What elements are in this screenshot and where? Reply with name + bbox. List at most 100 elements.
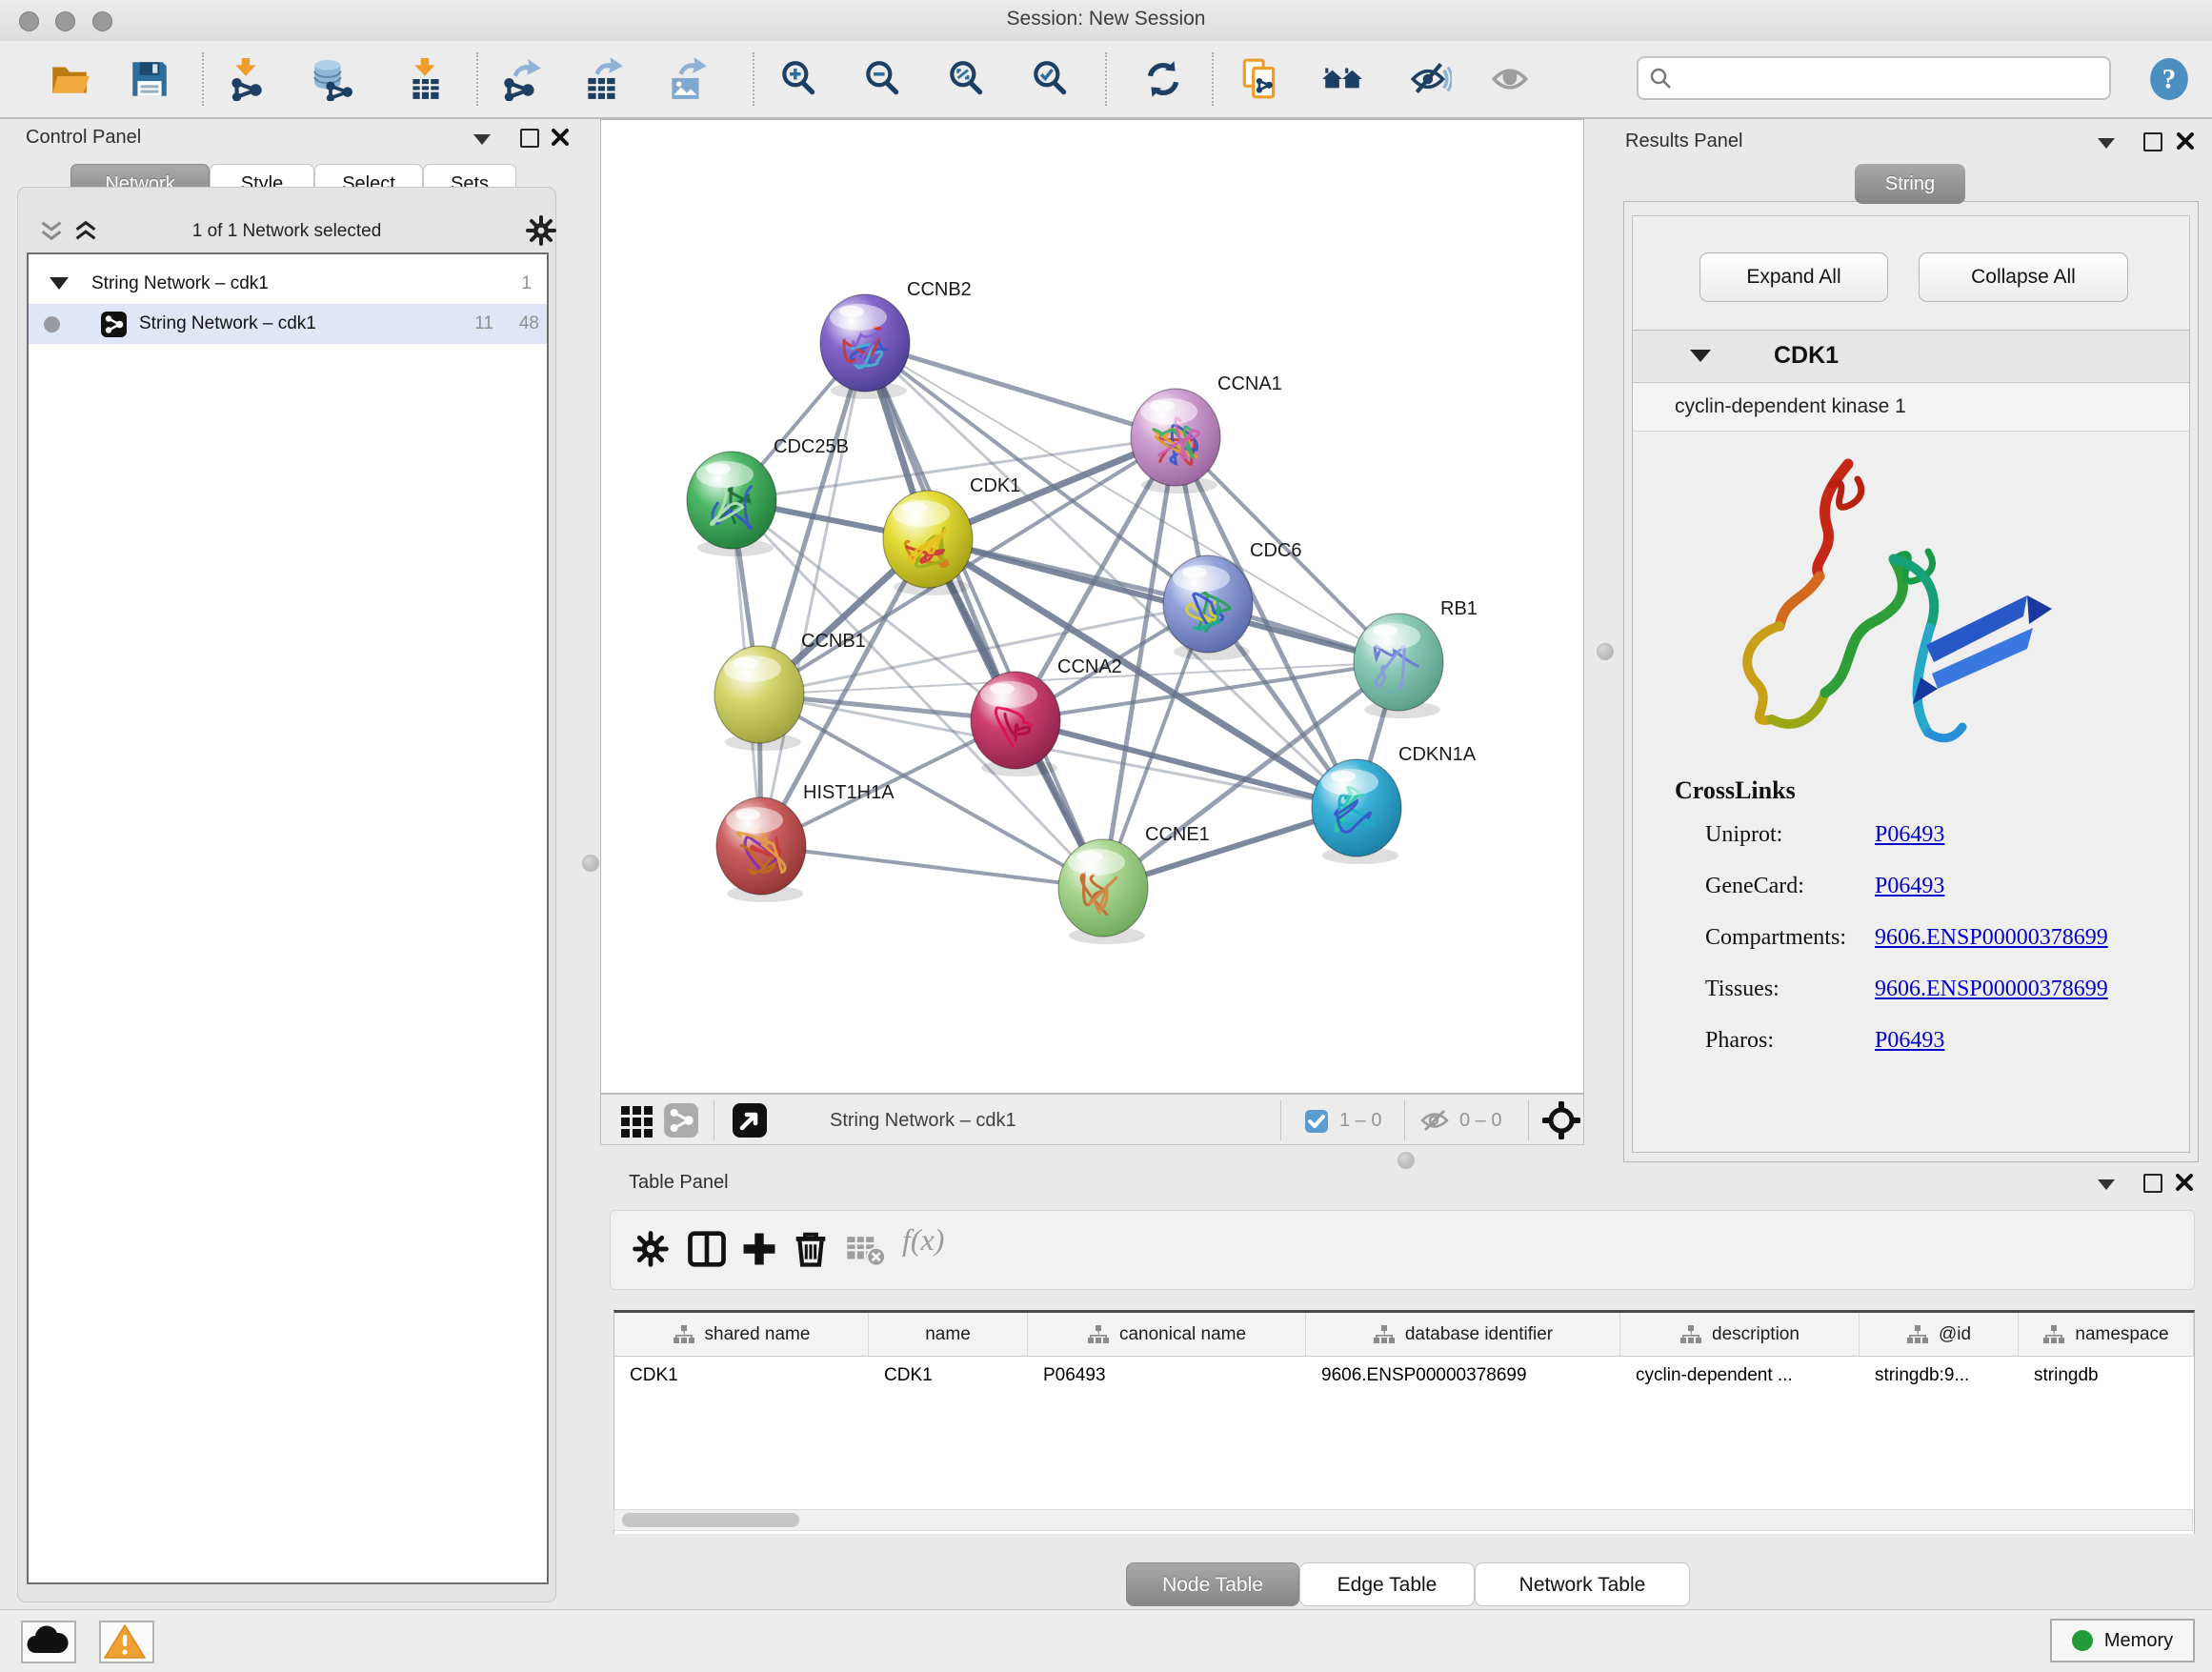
create-column-plus-icon[interactable] bbox=[740, 1230, 778, 1273]
first-neighbors-icon[interactable] bbox=[1320, 57, 1364, 101]
column-header-database-identifier[interactable]: database identifier bbox=[1306, 1313, 1620, 1356]
column-header--id[interactable]: @id bbox=[1860, 1313, 2019, 1356]
node-HIST1H1A[interactable]: HIST1H1A bbox=[716, 782, 895, 902]
column-tree-icon bbox=[1906, 1324, 1929, 1345]
network-list: String Network – cdk1 1 String Network –… bbox=[27, 252, 549, 1584]
zoom-out-icon[interactable] bbox=[861, 57, 905, 101]
network-collection-row[interactable]: String Network – cdk1 1 bbox=[29, 264, 547, 304]
left-splitter-handle[interactable] bbox=[582, 855, 599, 872]
table-cell[interactable]: stringdb bbox=[2019, 1356, 2194, 1396]
column-header-name[interactable]: name bbox=[869, 1313, 1028, 1356]
collection-expand-triangle[interactable] bbox=[50, 277, 69, 290]
refresh-icon[interactable] bbox=[1141, 57, 1185, 101]
tab-edge-table[interactable]: Edge Table bbox=[1299, 1562, 1475, 1606]
expand-all-button[interactable]: Expand All bbox=[1699, 252, 1888, 302]
results-panel-float-icon[interactable] bbox=[2098, 138, 2115, 149]
cloud-icon bbox=[23, 1622, 72, 1661]
export-image-icon[interactable] bbox=[665, 57, 709, 101]
crosslink-link[interactable]: 9606.ENSP00000378699 bbox=[1875, 925, 2108, 951]
hide-selected-icon[interactable] bbox=[1408, 57, 1452, 101]
network-canvas[interactable]: CCNB2CCNA1CDC25BCDK1CDC6RB1CCNB1CCNA2CDK… bbox=[600, 119, 1584, 1094]
birds-eye-crosshair-icon[interactable] bbox=[1542, 1101, 1580, 1144]
table-cell[interactable]: CDK1 bbox=[614, 1356, 869, 1396]
delete-column-trash-icon[interactable] bbox=[792, 1230, 830, 1273]
hidden-count: 0 – 0 bbox=[1459, 1095, 1501, 1146]
column-header-shared-name[interactable]: shared name bbox=[614, 1313, 869, 1356]
title-bar: Session: New Session bbox=[0, 0, 2212, 42]
show-all-icon[interactable] bbox=[1488, 57, 1532, 101]
network-options-gear-icon[interactable] bbox=[525, 214, 557, 252]
toolbar-separator bbox=[753, 52, 754, 106]
grid-view-icon[interactable] bbox=[620, 1103, 654, 1142]
memory-button[interactable]: Memory bbox=[2050, 1619, 2195, 1662]
table-panel-maximize-icon[interactable] bbox=[2143, 1174, 2162, 1193]
node-CCNA1[interactable]: CCNA1 bbox=[1131, 373, 1282, 494]
crosslink-link[interactable]: P06493 bbox=[1875, 874, 1944, 899]
control-panel-float-icon[interactable] bbox=[473, 134, 491, 145]
import-table-file-icon[interactable] bbox=[404, 57, 448, 101]
node-CCNB2[interactable]: CCNB2 bbox=[820, 279, 972, 399]
zoom-selected-icon[interactable] bbox=[1029, 57, 1073, 101]
network-manager-box: 1 of 1 Network selected String Network –… bbox=[17, 187, 556, 1602]
hidden-eye-icon[interactable] bbox=[1419, 1107, 1450, 1138]
crosslink-link[interactable]: P06493 bbox=[1875, 822, 1944, 848]
table-header-row: shared namenamecanonical namedatabase id… bbox=[614, 1313, 2194, 1357]
export-network-icon[interactable] bbox=[499, 57, 543, 101]
table-cell[interactable]: stringdb:9... bbox=[1860, 1356, 2019, 1396]
table-cell[interactable]: 9606.ENSP00000378699 bbox=[1306, 1356, 1620, 1396]
network-selection-status: 1 of 1 Network selected bbox=[18, 214, 555, 249]
search-input[interactable] bbox=[1637, 56, 2111, 100]
help-icon[interactable]: ? bbox=[2147, 57, 2191, 101]
selected-checkbox-icon[interactable] bbox=[1305, 1110, 1328, 1138]
network-row-selected[interactable]: String Network – cdk1 11 48 bbox=[29, 304, 547, 344]
tab-string[interactable]: String bbox=[1855, 164, 1965, 204]
toolbar-separator bbox=[1105, 52, 1107, 106]
import-network-database-icon[interactable] bbox=[309, 57, 352, 101]
node-CDK1[interactable]: CDK1 bbox=[883, 475, 1020, 595]
results-panel-maximize-icon[interactable] bbox=[2143, 132, 2162, 151]
network-node-count: 11 bbox=[455, 304, 493, 344]
tab-node-table[interactable]: Node Table bbox=[1126, 1562, 1299, 1606]
show-columns-icon[interactable] bbox=[687, 1230, 727, 1273]
crosslink-row: Uniprot:P06493 bbox=[1705, 822, 2182, 855]
table-panel-close-icon[interactable] bbox=[2174, 1172, 2195, 1198]
crosslink-link[interactable]: 9606.ENSP00000378699 bbox=[1875, 977, 2108, 1002]
table-panel-float-icon[interactable] bbox=[2098, 1179, 2115, 1190]
zoom-fit-icon[interactable] bbox=[945, 57, 989, 101]
table-hscrollbar-thumb[interactable] bbox=[622, 1513, 799, 1527]
column-label: namespace bbox=[2075, 1324, 2168, 1345]
export-table-icon[interactable] bbox=[581, 57, 625, 101]
table-cell[interactable]: cyclin-dependent ... bbox=[1620, 1356, 1860, 1396]
column-header-canonical-name[interactable]: canonical name bbox=[1028, 1313, 1306, 1356]
footer-separator bbox=[1280, 1100, 1281, 1140]
table-settings-gear-icon[interactable] bbox=[632, 1230, 670, 1273]
table-hscrollbar[interactable] bbox=[613, 1509, 2193, 1531]
results-panel-close-icon[interactable] bbox=[2175, 131, 2196, 156]
cdk1-entry-header[interactable]: CDK1 bbox=[1633, 331, 2189, 383]
collapse-all-button[interactable]: Collapse All bbox=[1919, 252, 2128, 302]
string-network-icon bbox=[101, 312, 127, 343]
warning-button[interactable] bbox=[99, 1621, 154, 1663]
import-network-file-icon[interactable] bbox=[225, 57, 269, 101]
duplicate-network-icon[interactable] bbox=[1238, 57, 1282, 101]
entry-collapse-triangle[interactable] bbox=[1690, 350, 1711, 362]
save-session-icon[interactable] bbox=[128, 57, 171, 101]
column-header-namespace[interactable]: namespace bbox=[2019, 1313, 2194, 1356]
column-label: description bbox=[1712, 1324, 1800, 1345]
control-panel-close-icon[interactable] bbox=[550, 127, 571, 152]
table-panel: Table Panel f(x) shared namenamecanonica… bbox=[600, 1155, 2202, 1609]
table-cell[interactable]: P06493 bbox=[1028, 1356, 1306, 1396]
open-session-icon[interactable] bbox=[48, 57, 91, 101]
cloud-button[interactable] bbox=[21, 1621, 76, 1663]
table-cell[interactable]: CDK1 bbox=[869, 1356, 1028, 1396]
detach-view-icon[interactable] bbox=[733, 1103, 767, 1142]
zoom-in-icon[interactable] bbox=[777, 57, 821, 101]
node-RB1[interactable]: RB1 bbox=[1354, 598, 1478, 718]
column-header-description[interactable]: description bbox=[1620, 1313, 1860, 1356]
crosslink-link[interactable]: P06493 bbox=[1875, 1028, 1944, 1054]
column-tree-icon bbox=[673, 1324, 695, 1345]
crosslink-label: Tissues: bbox=[1705, 977, 1780, 1001]
tab-network-table[interactable]: Network Table bbox=[1475, 1562, 1690, 1606]
control-panel-maximize-icon[interactable] bbox=[520, 129, 539, 148]
right-splitter-handle[interactable] bbox=[1597, 643, 1614, 660]
